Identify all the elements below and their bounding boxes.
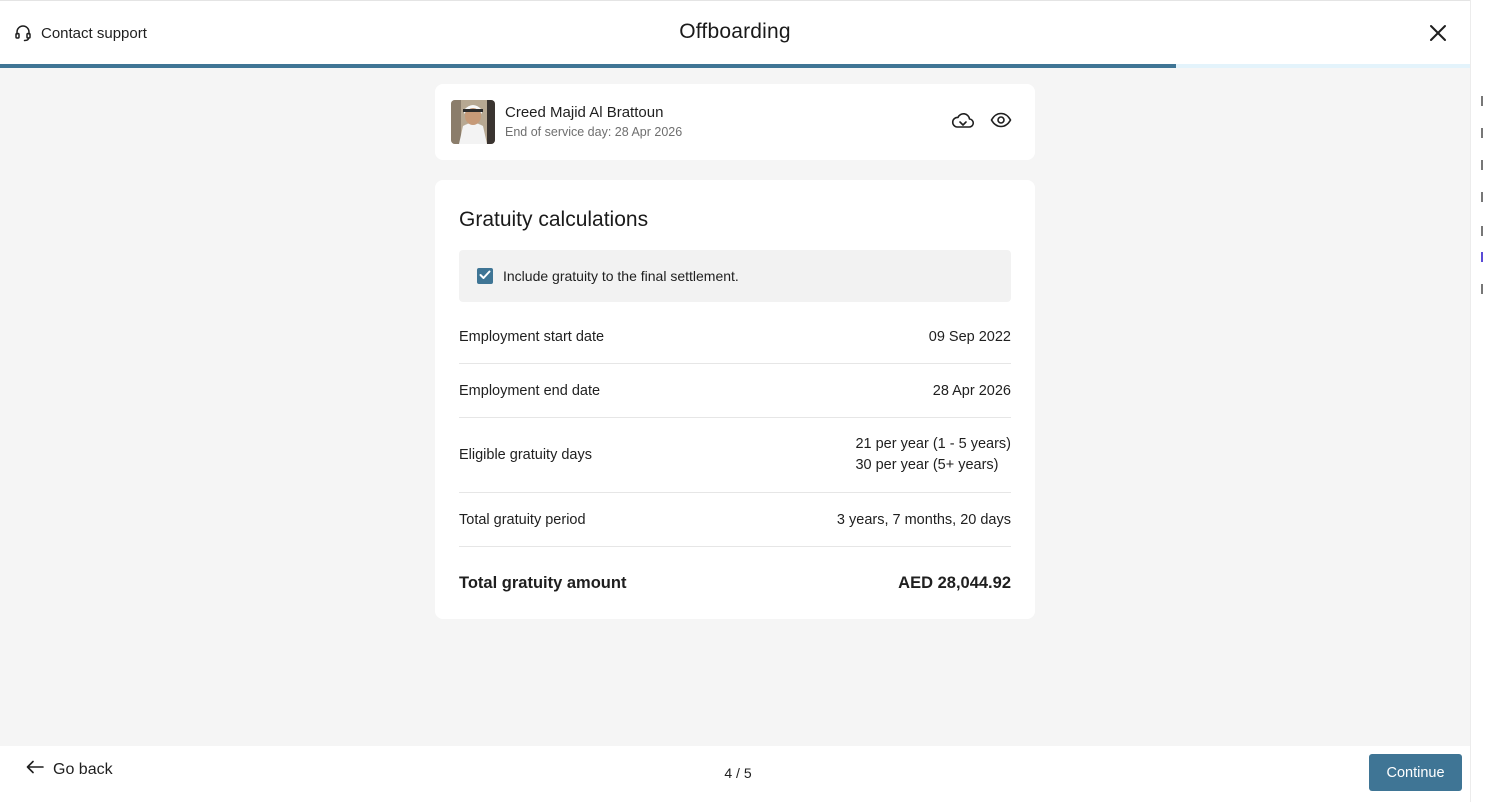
include-gratuity-checkbox[interactable] xyxy=(477,268,493,284)
checkmark-icon xyxy=(479,267,491,285)
detail-value: 09 Sep 2022 xyxy=(928,328,1011,345)
employee-actions xyxy=(951,110,1013,134)
close-icon xyxy=(1428,23,1448,48)
detail-value: 28 Apr 2026 xyxy=(932,382,1011,399)
detail-label: Employment start date xyxy=(459,328,605,345)
cloud-download-icon xyxy=(951,110,975,135)
page-title: Offboarding xyxy=(679,20,791,43)
detail-value: 21 per year (1 - 5 years) 30 per year (5… xyxy=(855,434,1011,476)
detail-row: Employment end date 28 Apr 2026 xyxy=(459,364,1011,418)
total-label: Total gratuity amount xyxy=(459,573,627,592)
detail-row: Employment start date 09 Sep 2022 xyxy=(459,310,1011,364)
detail-label: Total gratuity period xyxy=(459,511,586,528)
employee-card: Creed Majid Al Brattoun End of service d… xyxy=(435,84,1035,160)
side-panel-icon xyxy=(1481,160,1485,170)
side-panel-icon xyxy=(1481,226,1485,236)
close-button[interactable] xyxy=(1424,21,1452,49)
detail-row: Eligible gratuity days 21 per year (1 - … xyxy=(459,418,1011,493)
detail-label: Employment end date xyxy=(459,382,601,399)
include-gratuity-option: Include gratuity to the final settlement… xyxy=(459,250,1011,302)
avatar xyxy=(451,100,495,144)
include-gratuity-label: Include gratuity to the final settlement… xyxy=(503,268,739,284)
download-button[interactable] xyxy=(951,110,975,134)
progress-bar xyxy=(0,64,1470,68)
detail-label: Eligible gratuity days xyxy=(459,447,592,463)
side-panel-edge xyxy=(1470,0,1485,802)
side-panel-icon xyxy=(1481,96,1485,106)
employee-name: Creed Majid Al Brattoun xyxy=(505,104,664,121)
side-panel-icon xyxy=(1481,192,1485,202)
side-panel-icon xyxy=(1481,128,1485,138)
gratuity-card: Gratuity calculations Include gratuity t… xyxy=(435,180,1035,619)
view-button[interactable] xyxy=(989,110,1013,134)
step-indicator: 4 / 5 xyxy=(724,765,752,781)
continue-button[interactable]: Continue xyxy=(1369,754,1462,791)
top-bar: Contact support Offboarding xyxy=(0,0,1470,64)
detail-row: Total gratuity period 3 years, 7 months,… xyxy=(459,493,1011,547)
footer: Go back 4 / 5 Continue xyxy=(0,746,1470,802)
total-value: AED 28,044.92 xyxy=(898,573,1011,592)
progress-bar-fill xyxy=(0,64,1176,68)
side-panel-icon-active xyxy=(1481,252,1485,262)
total-row: Total gratuity amount AED 28,044.92 xyxy=(459,547,1011,619)
gratuity-title: Gratuity calculations xyxy=(459,208,649,231)
side-panel-icon xyxy=(1481,284,1485,294)
detail-value-line: 21 per year (1 - 5 years) xyxy=(855,436,1011,452)
detail-value-line: 30 per year (5+ years) xyxy=(855,457,999,473)
end-of-service-date: End of service day: 28 Apr 2026 xyxy=(505,125,683,139)
eye-icon xyxy=(990,112,1012,133)
detail-value: 3 years, 7 months, 20 days xyxy=(836,511,1011,528)
